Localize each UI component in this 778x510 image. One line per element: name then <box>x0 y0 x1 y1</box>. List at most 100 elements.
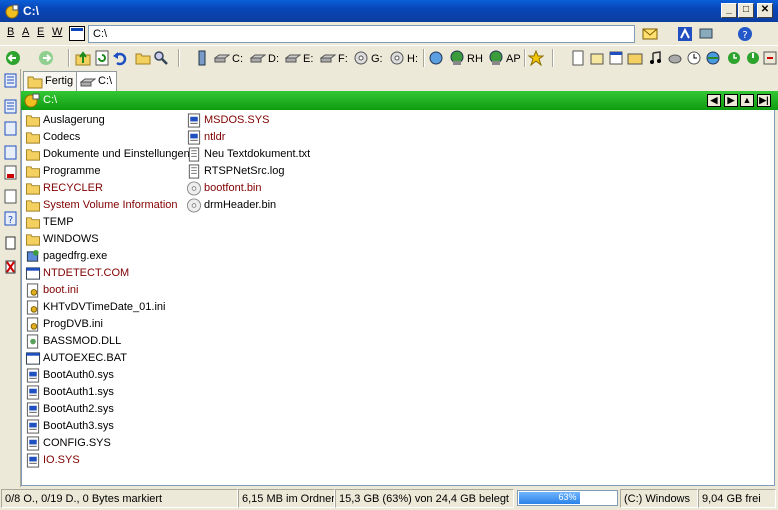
tool-envelope-icon[interactable] <box>642 26 658 42</box>
forward-icon[interactable] <box>38 50 54 66</box>
file-item[interactable]: CONFIG.SYS <box>24 435 111 452</box>
folder-item[interactable]: Auslagerung <box>24 112 105 129</box>
menu-e[interactable]: E <box>37 26 44 38</box>
up-folder-icon[interactable] <box>75 50 91 66</box>
network-rh-label[interactable]: RH <box>467 53 483 65</box>
properties-icon[interactable] <box>4 189 17 204</box>
folder-icon <box>27 76 43 89</box>
file-item[interactable]: BootAuth2.sys <box>24 401 114 418</box>
connect-icon[interactable] <box>677 26 693 42</box>
folder-item[interactable]: RECYCLER <box>24 180 103 197</box>
address-input[interactable]: C:\ <box>88 25 635 43</box>
drive-d-label[interactable]: D: <box>268 53 279 65</box>
file-item[interactable]: drmHeader.bin <box>185 197 276 214</box>
search-icon[interactable] <box>153 50 169 66</box>
drive-info-icon[interactable] <box>4 165 17 180</box>
hand-icon[interactable] <box>667 50 683 66</box>
network-drive-ap-icon[interactable] <box>488 50 504 66</box>
view-thumbs-icon[interactable] <box>4 145 17 160</box>
new-file-icon[interactable] <box>570 50 586 66</box>
gallery-icon[interactable] <box>627 50 643 66</box>
network-ap-label[interactable]: AP <box>506 53 521 65</box>
file-item[interactable]: BootAuth3.sys <box>24 418 114 435</box>
view-details-icon[interactable] <box>4 99 17 114</box>
drive-e-icon[interactable] <box>285 50 301 66</box>
drive-f-label[interactable]: F: <box>338 53 348 65</box>
exit-icon[interactable] <box>762 50 778 66</box>
drive-d-icon[interactable] <box>250 50 266 66</box>
tab-fertig[interactable]: Fertig <box>23 71 79 91</box>
favorites-star-icon[interactable] <box>528 50 544 66</box>
path-label: C:\ <box>43 94 58 106</box>
view-list-icon[interactable] <box>4 73 17 88</box>
clipboard-icon[interactable] <box>4 235 17 250</box>
drive-h-icon[interactable] <box>389 50 405 66</box>
drive-h-label[interactable]: H: <box>407 53 418 65</box>
minimize-button[interactable]: _ <box>721 3 737 18</box>
file-item[interactable]: NTDETECT.COM <box>24 265 129 282</box>
file-item[interactable]: pagedfrg.exe <box>24 248 107 265</box>
network-refresh-icon[interactable] <box>428 50 444 66</box>
drive-c-label[interactable]: C: <box>232 53 243 65</box>
drive-g-icon[interactable] <box>353 50 369 66</box>
delete-icon[interactable] <box>4 259 17 274</box>
undo-icon[interactable] <box>112 50 128 66</box>
shutdown-icon[interactable] <box>745 50 761 66</box>
file-name: RECYCLER <box>43 182 103 194</box>
copy-icon[interactable] <box>589 50 605 66</box>
close-button[interactable]: ✕ <box>757 3 773 18</box>
folder-item[interactable]: Dokumente und Einstellungen <box>24 146 190 163</box>
menu-a[interactable]: A <box>22 26 29 38</box>
file-item[interactable]: BASSMOD.DLL <box>24 333 121 350</box>
file-item[interactable]: boot.ini <box>24 282 78 299</box>
help-question-icon[interactable]: ? <box>4 211 17 226</box>
file-item[interactable]: bootfont.bin <box>185 180 262 197</box>
drive-e-label[interactable]: E: <box>303 53 313 65</box>
music-icon[interactable] <box>648 50 664 66</box>
back-icon[interactable] <box>5 50 21 66</box>
file-name: TEMP <box>43 216 74 228</box>
maximize-button[interactable]: □ <box>738 3 754 18</box>
window-icon[interactable] <box>608 50 624 66</box>
help-icon[interactable]: ? <box>737 26 753 42</box>
left-toolbar: ? <box>0 69 21 487</box>
menu-w[interactable]: W <box>52 26 62 38</box>
network-drive-rh-icon[interactable] <box>449 50 465 66</box>
folder-item[interactable]: Programme <box>24 163 100 180</box>
computer-icon[interactable] <box>194 50 210 66</box>
file-item[interactable]: KHTvDVTimeDate_01.ini <box>24 299 165 316</box>
network-tool-icon[interactable] <box>698 26 714 42</box>
file-item[interactable]: BootAuth1.sys <box>24 384 114 401</box>
clock-icon[interactable] <box>686 50 702 66</box>
file-item[interactable]: IO.SYS <box>24 452 80 469</box>
timer-icon[interactable] <box>726 50 742 66</box>
file-item[interactable]: BootAuth0.sys <box>24 367 114 384</box>
view-icons-icon[interactable] <box>4 121 17 136</box>
folder-item[interactable]: Codecs <box>24 129 80 146</box>
file-item[interactable]: MSDOS.SYS <box>185 112 269 129</box>
folder-item[interactable]: WINDOWS <box>24 231 99 248</box>
file-name: Dokumente und Einstellungen <box>43 148 190 160</box>
tab-drive-c[interactable]: C:\ <box>76 71 118 91</box>
folder-item[interactable]: TEMP <box>24 214 74 231</box>
title-bar[interactable]: C:\ _ □ ✕ <box>0 0 778 22</box>
file-item[interactable]: RTSPNetSrc.log <box>185 163 285 180</box>
globe-icon[interactable] <box>705 50 721 66</box>
drive-f-icon[interactable] <box>320 50 336 66</box>
refresh-icon[interactable] <box>94 50 110 66</box>
nav-up-button[interactable]: ▲ <box>740 94 754 107</box>
drive-c-icon[interactable] <box>214 50 230 66</box>
file-item[interactable]: AUTOEXEC.BAT <box>24 350 127 367</box>
nav-end-button[interactable]: ▶| <box>757 94 771 107</box>
open-folder-icon[interactable] <box>135 50 151 66</box>
usage-progress-label: 63% <box>558 492 577 502</box>
nav-forward-button[interactable]: ▶ <box>724 94 738 107</box>
menu-b[interactable]: B <box>7 26 14 38</box>
file-item[interactable]: ProgDVB.ini <box>24 316 103 333</box>
file-item[interactable]: Neu Textdokument.txt <box>185 146 310 163</box>
file-list[interactable]: Auslagerung Codecs Dokumente und Einstellu… <box>21 110 775 486</box>
folder-item[interactable]: System Volume Information <box>24 197 178 214</box>
file-item[interactable]: ntldr <box>185 129 225 146</box>
nav-back-button[interactable]: ◀ <box>707 94 721 107</box>
drive-g-label[interactable]: G: <box>371 53 383 65</box>
